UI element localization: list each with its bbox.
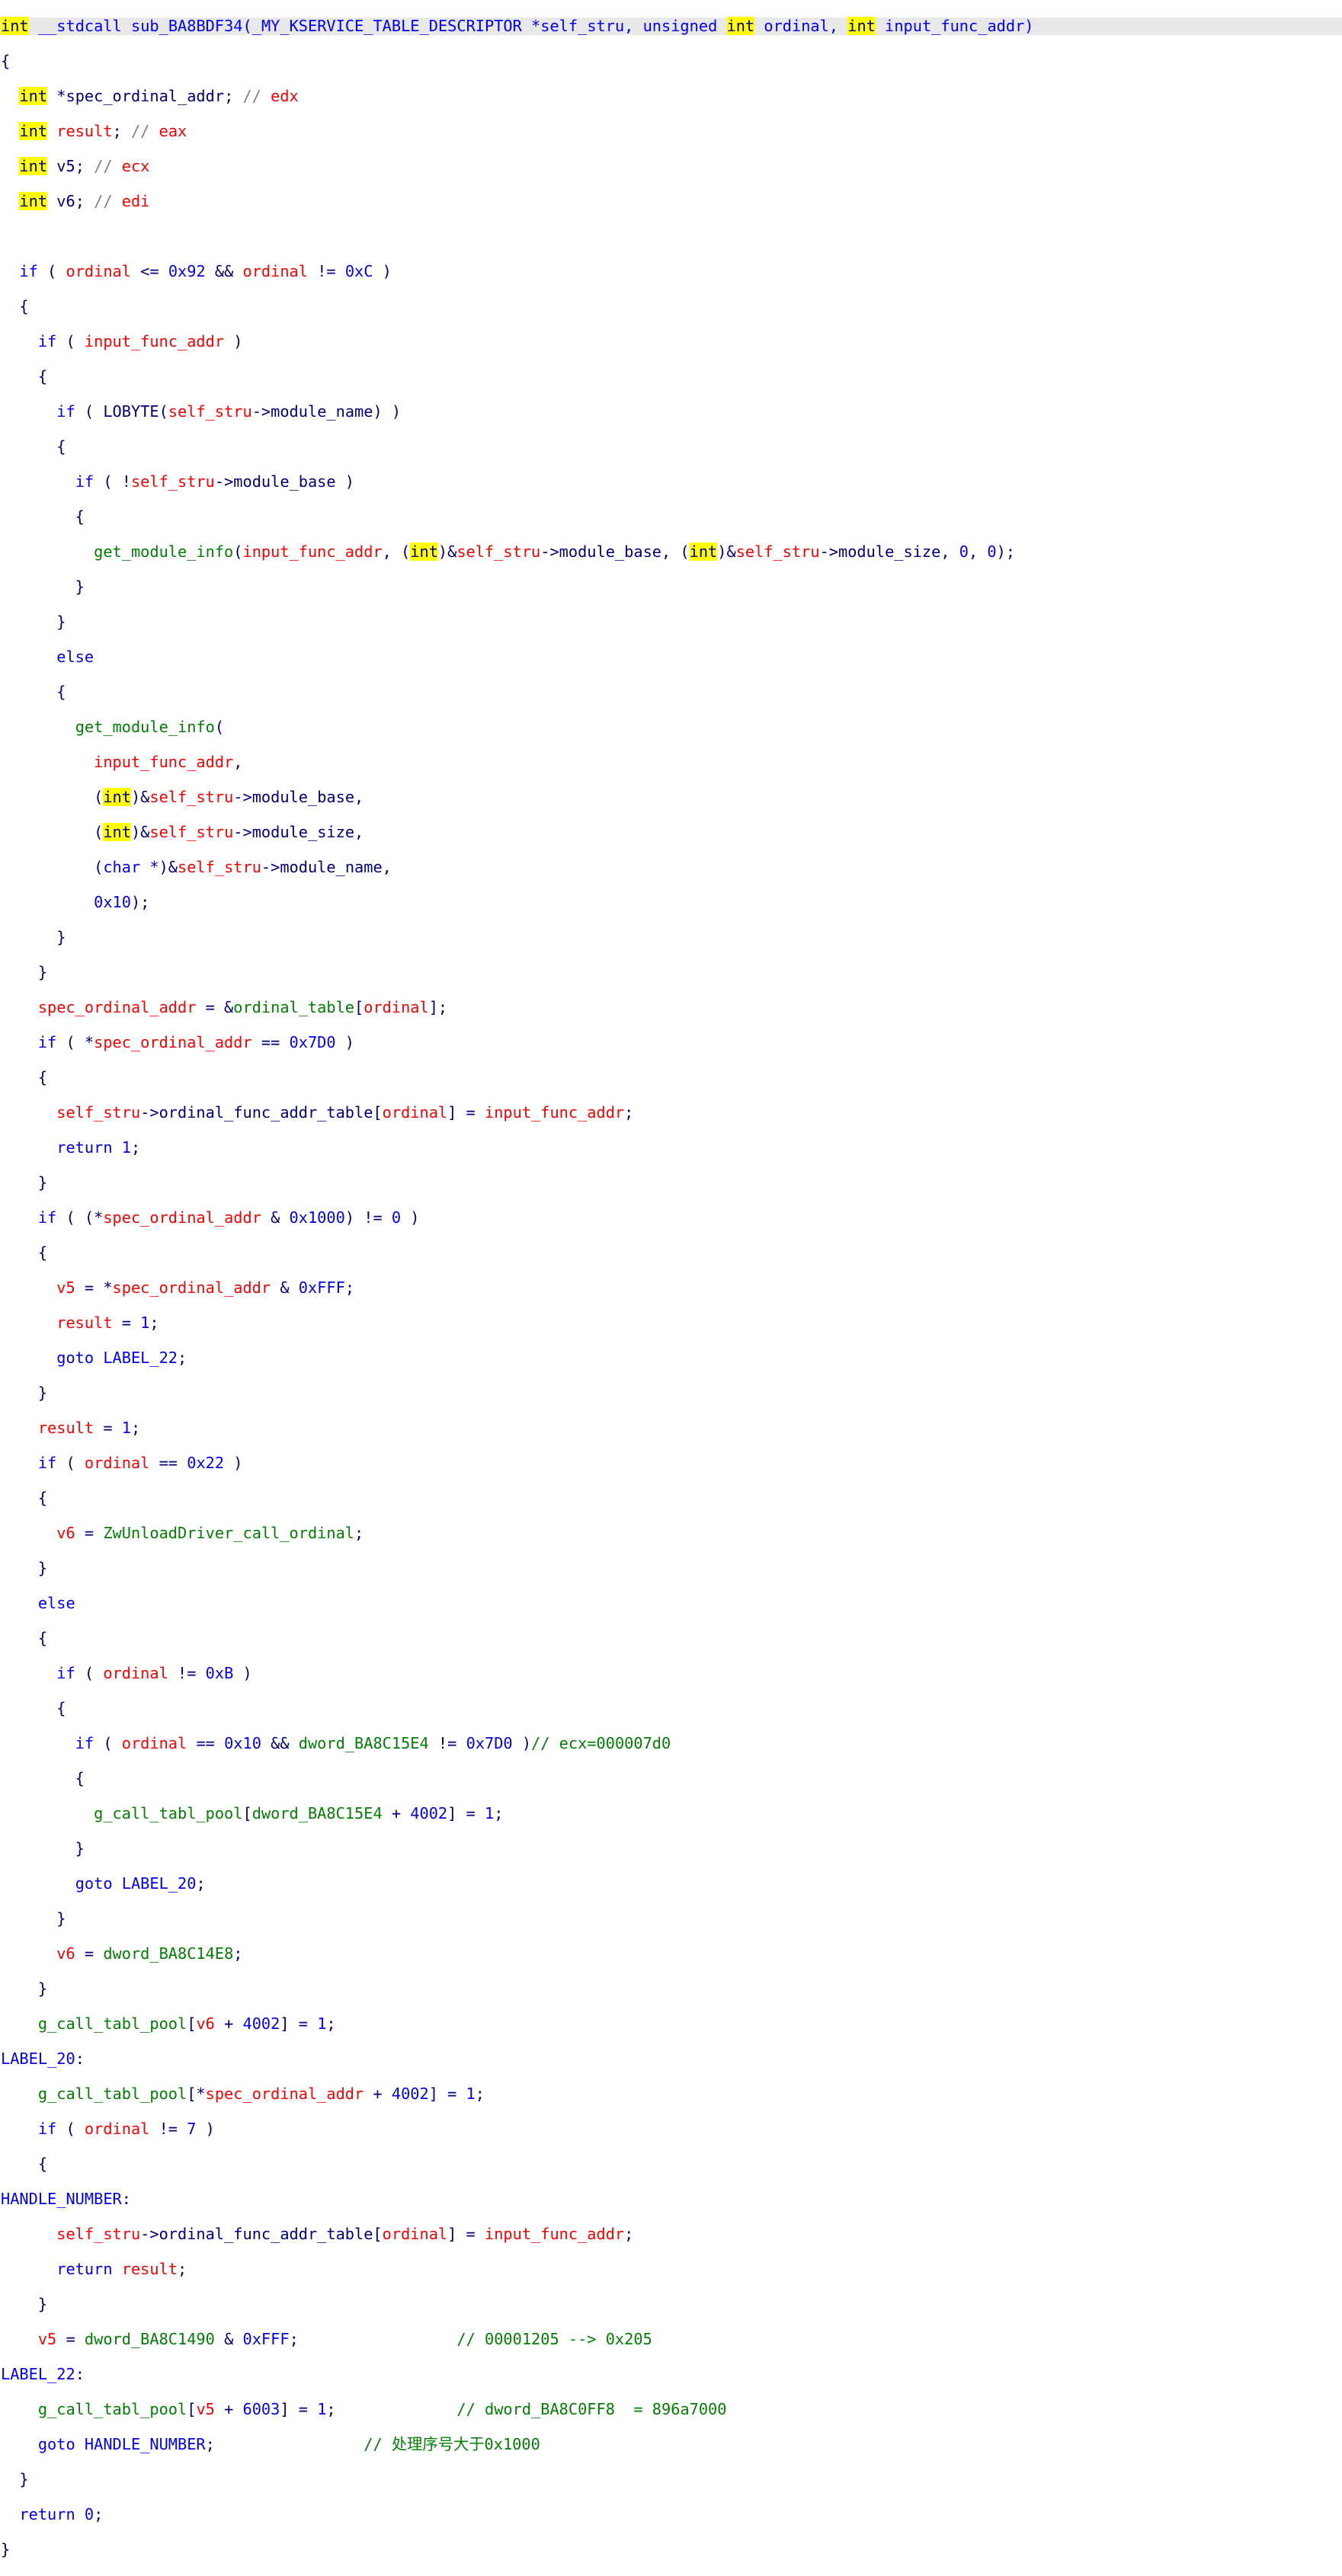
code-line: { xyxy=(1,52,11,70)
code-line: { xyxy=(1,367,48,386)
code-line: { xyxy=(1,683,66,701)
pseudocode-view[interactable]: int __stdcall sub_BA8BDF34(_MY_KSERVICE_… xyxy=(0,0,1342,2558)
code-line: result = 1; xyxy=(37,1419,141,1437)
code-line: else xyxy=(37,1594,75,1612)
code-line: { xyxy=(1,1243,48,1262)
param1-name[interactable]: self_stru xyxy=(540,17,624,35)
code-line: v6 = ZwUnloadDriver_call_ordinal; xyxy=(56,1524,364,1542)
code-line: { xyxy=(1,1629,48,1647)
code-line: if ( input_func_addr ) xyxy=(37,332,243,350)
code-line: get_module_info( xyxy=(75,718,225,736)
code-line: } xyxy=(1,2540,11,2558)
function-signature[interactable]: int __stdcall sub_BA8BDF34(_MY_KSERVICE_… xyxy=(0,17,1342,35)
code-line: { xyxy=(1,297,29,315)
label-line[interactable]: HANDLE_NUMBER: xyxy=(0,2190,1342,2208)
function-name[interactable]: sub_BA8BDF34 xyxy=(131,17,243,35)
param2-type: unsigned xyxy=(642,17,718,35)
param2-int-type: int xyxy=(726,17,755,35)
code-line: { xyxy=(1,1699,66,1717)
code-line: { xyxy=(1,1769,85,1787)
code-line: g_call_tabl_pool[v6 + 4002] = 1; xyxy=(37,2014,336,2033)
code-line: if ( !self_stru->module_base ) xyxy=(75,472,355,491)
code-line: (int)&self_stru->module_base, xyxy=(1,788,364,806)
code-line: } xyxy=(1,2295,48,2313)
local-decl: int *spec_ordinal_addr; // edx xyxy=(19,87,299,105)
code-line: { xyxy=(1,1489,48,1507)
code-line: v5 = dword_BA8C1490 & 0xFFF; // 00001205… xyxy=(37,2330,652,2348)
code-line: } xyxy=(1,1384,48,1402)
code-line: } xyxy=(1,578,85,596)
code-line: return 0; xyxy=(19,2505,104,2523)
code-line: goto HANDLE_NUMBER; // 处理序号大于0x1000 xyxy=(37,2435,540,2453)
code-line: g_call_tabl_pool[*spec_ordinal_addr + 40… xyxy=(37,2085,485,2103)
code-line: input_func_addr, xyxy=(94,753,243,771)
code-line: result = 1; xyxy=(56,1314,159,1332)
code-line: (int)&self_stru->module_size, xyxy=(1,823,364,841)
code-line: } xyxy=(1,613,66,631)
code-line: } xyxy=(1,1559,48,1577)
code-line: { xyxy=(1,2155,48,2173)
label-line[interactable]: LABEL_20: xyxy=(0,2050,1342,2068)
code-line: self_stru->ordinal_func_addr_table[ordin… xyxy=(56,2225,634,2243)
code-line: goto LABEL_20; xyxy=(75,1874,206,1893)
code-line: } xyxy=(1,1909,66,1928)
return-type: int xyxy=(1,17,29,35)
code-line: if ( (*spec_ordinal_addr & 0x1000) != 0 … xyxy=(37,1208,420,1227)
code-line: if ( ordinal != 0xB ) xyxy=(56,1664,252,1682)
code-line: { xyxy=(1,437,66,456)
local-decl: int v6; // edi xyxy=(19,192,150,210)
code-line: return 1; xyxy=(56,1138,141,1157)
code-line: if ( ordinal <= 0x92 && ordinal != 0xC ) xyxy=(19,262,392,280)
code-line: } xyxy=(1,1839,85,1858)
param1-type[interactable]: _MY_KSERVICE_TABLE_DESCRIPTOR xyxy=(252,17,522,35)
code-line: } xyxy=(1,1173,48,1192)
code-line: { xyxy=(1,507,85,526)
code-line: v5 = *spec_ordinal_addr & 0xFFF; xyxy=(56,1278,355,1297)
code-line: (char *)&self_stru->module_name, xyxy=(1,858,392,876)
local-decl: int result; // eax xyxy=(19,122,187,140)
code-line: if ( ordinal == 0x22 ) xyxy=(37,1454,243,1472)
code-line: if ( ordinal == 0x10 && dword_BA8C15E4 !… xyxy=(75,1734,671,1752)
code-line: else xyxy=(56,648,94,666)
code-line: get_module_info(input_func_addr, (int)&s… xyxy=(94,542,1016,561)
param3-name[interactable]: input_func_addr xyxy=(885,17,1024,35)
code-line: g_call_tabl_pool[v5 + 6003] = 1; // dwor… xyxy=(37,2400,727,2418)
local-decl: int v5; // ecx xyxy=(19,157,150,175)
code-line: v6 = dword_BA8C14E8; xyxy=(56,1944,243,1963)
label-line[interactable]: LABEL_22: xyxy=(0,2366,1342,2383)
param3-type: int xyxy=(847,17,876,35)
code-line: goto LABEL_22; xyxy=(56,1349,187,1367)
code-line: g_call_tabl_pool[dword_BA8C15E4 + 4002] … xyxy=(94,1804,504,1822)
param2-name[interactable]: ordinal xyxy=(764,17,828,35)
calling-convention: __stdcall xyxy=(37,17,122,35)
code-line: return result; xyxy=(56,2260,187,2278)
code-line: } xyxy=(1,2470,29,2488)
code-line: spec_ordinal_addr = &ordinal_table[ordin… xyxy=(37,998,448,1016)
code-line: if ( *spec_ordinal_addr == 0x7D0 ) xyxy=(37,1033,355,1051)
code-line: } xyxy=(1,928,66,946)
code-line: if ( ordinal != 7 ) xyxy=(37,2120,215,2138)
code-line: } xyxy=(1,1979,48,1998)
code-line: if ( LOBYTE(self_stru->module_name) ) xyxy=(56,402,402,421)
code-line: 0x10); xyxy=(94,893,150,911)
code-line: { xyxy=(1,1068,48,1086)
code-line: } xyxy=(1,963,48,981)
code-line: self_stru->ordinal_func_addr_table[ordin… xyxy=(56,1103,634,1122)
